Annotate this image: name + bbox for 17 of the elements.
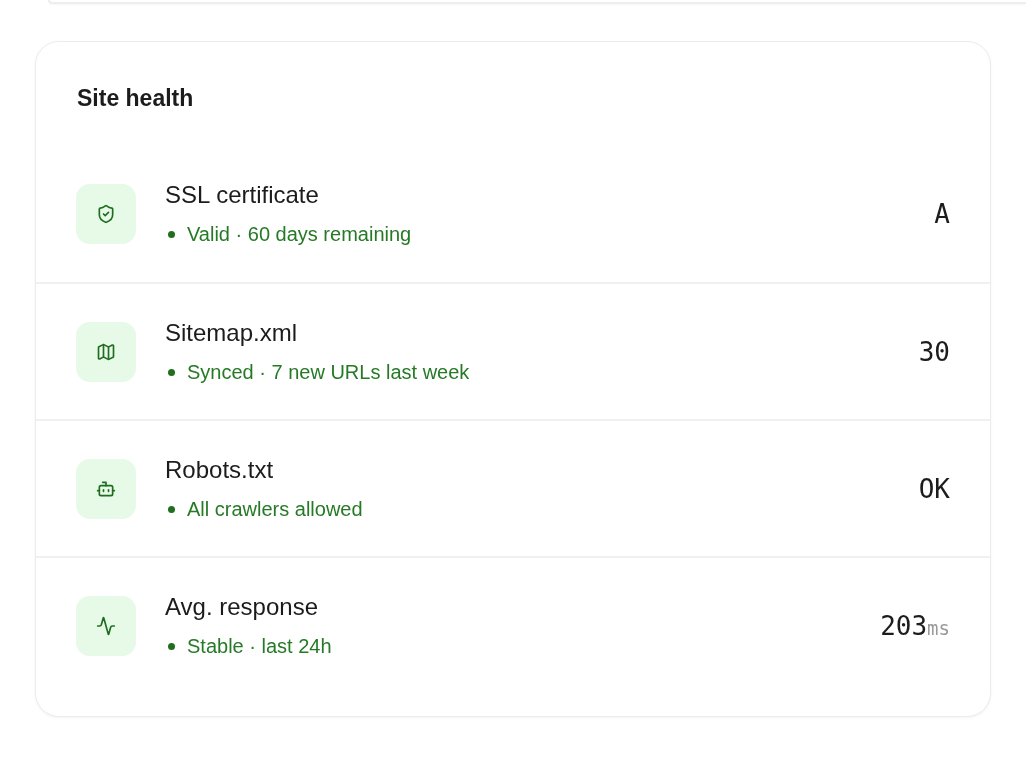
row-title: SSL certificate xyxy=(165,180,320,210)
status-text: Synced · 7 new URLs last week xyxy=(187,360,470,385)
row-title: Avg. response xyxy=(165,592,319,622)
shield-check-icon xyxy=(96,203,116,224)
row-title: Sitemap.xml xyxy=(165,318,299,348)
card-title: Site health xyxy=(77,84,194,112)
value-text: 30 xyxy=(918,335,950,368)
status-text: Valid · 60 days remaining xyxy=(187,222,412,247)
unit-text: ms xyxy=(927,615,950,640)
map-icon xyxy=(96,341,116,362)
value-text: OK xyxy=(918,472,950,505)
value-text: A xyxy=(934,197,950,230)
status-text: Stable · last 24h xyxy=(187,634,332,659)
value-text: 203 xyxy=(880,609,928,642)
row-title: Robots.txt xyxy=(165,455,275,485)
status-text: All crawlers allowed xyxy=(187,497,363,522)
pulse-icon xyxy=(96,615,116,636)
